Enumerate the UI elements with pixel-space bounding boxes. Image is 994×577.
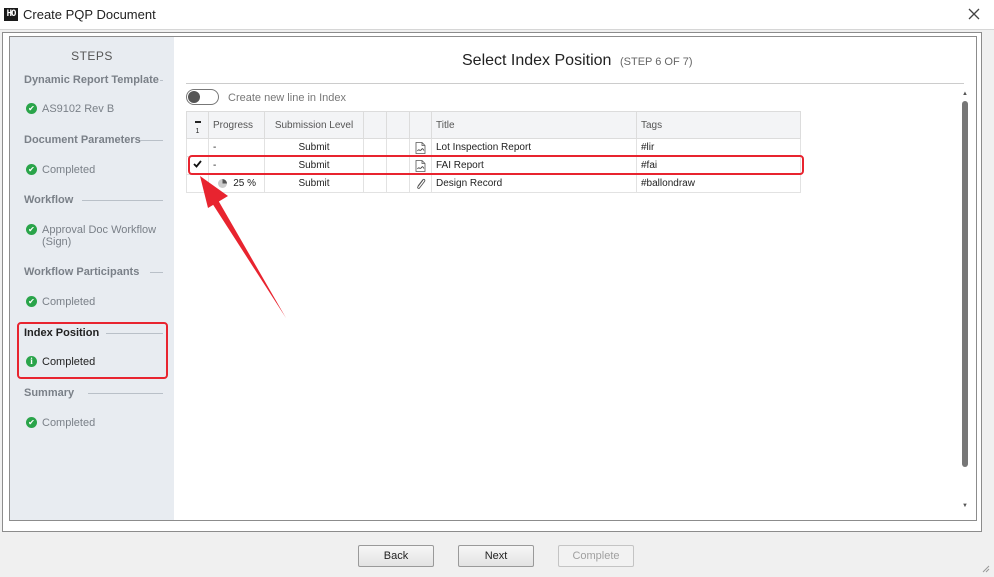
main-content: Select Index Position (STEP 6 OF 7) Crea… [174,37,976,520]
selected-count: 1 [195,128,200,135]
check-circle-icon: ✔ [26,417,37,428]
step-divider [160,80,163,81]
cell-progress: - [208,138,265,157]
step-divider [88,393,163,394]
cell-tags: #lir [636,138,801,157]
select-all-header[interactable]: 1 [186,111,209,139]
resize-grip-icon[interactable] [980,563,990,573]
step-status-text: AS9102 Rev B [42,103,115,115]
step-status-text: Completed [42,417,96,429]
step-status-text: Approval Doc Workflow (Sign) [42,224,157,248]
check-circle-icon: ✔ [26,296,37,307]
column-header-submission-level[interactable]: Submission Level [264,111,364,139]
window-titlebar: HO Create PQP Document [0,0,994,30]
index-table: 1 Progress Submission Level Title Tags -… [186,111,801,193]
step-status-text: Completed [42,164,96,176]
steps-sidebar: STEPS Dynamic Report Template ✔ AS9102 Re… [10,37,174,520]
close-icon[interactable] [966,6,982,22]
toggle-knob [188,91,200,103]
step-title-document-parameters[interactable]: Document Parameters [24,134,141,146]
cell-blank [386,138,410,157]
cell-title: Design Record [431,174,637,193]
cell-submission-level: Submit [264,138,364,157]
cell-tags: #ballondraw [636,174,801,193]
paperclip-icon [417,178,426,189]
column-header-blank [386,111,410,139]
row-checkbox[interactable] [186,138,209,157]
cell-progress: 25 % [208,174,265,193]
page-title: Select Index Position [462,52,612,69]
column-header-icon [409,111,432,139]
check-circle-icon: ✔ [26,103,37,114]
step-indicator: (STEP 6 OF 7) [620,56,693,68]
wizard-panel: STEPS Dynamic Report Template ✔ AS9102 Re… [9,36,977,521]
toggle-label: Create new line in Index [228,92,347,104]
pie-chart-icon [218,178,228,188]
cell-submission-level: Submit [264,174,364,193]
cell-blank [386,174,410,193]
annotation-highlight-box [17,322,168,379]
column-header-tags[interactable]: Tags [636,111,801,139]
step-divider [140,140,163,141]
cell-blank [363,138,387,157]
select-all-icon [194,121,201,123]
cell-doc-icon [409,174,432,193]
column-header-blank [363,111,387,139]
title-divider [186,83,964,84]
complete-button: Complete [558,545,634,567]
scroll-thumb[interactable] [962,101,968,467]
progress-value: 25 % [233,178,256,189]
row-checkbox[interactable] [186,174,209,193]
step-status-workflow: ✔ Approval Doc Workflow (Sign) [26,224,166,248]
back-button[interactable]: Back [358,545,434,567]
document-signature-icon [415,141,426,154]
column-header-title[interactable]: Title [431,111,637,139]
content-outer-border: STEPS Dynamic Report Template ✔ AS9102 Re… [2,32,982,532]
step-divider [150,272,163,273]
step-status-summary: ✔ Completed [26,417,95,429]
scroll-up-icon[interactable]: ▲ [962,91,968,97]
app-logo-icon: HO [4,8,18,21]
cell-title: Lot Inspection Report [431,138,637,157]
scroll-down-icon[interactable]: ▼ [962,503,968,509]
step-status-text: Completed [42,296,96,308]
dialog-frame: STEPS Dynamic Report Template ✔ AS9102 Re… [0,30,994,577]
table-header-row: 1 Progress Submission Level Title Tags [186,111,801,139]
table-row[interactable]: 25 % Submit Design Record #ballondraw [186,174,801,193]
cell-doc-icon [409,138,432,157]
step-title-summary[interactable]: Summary [24,387,74,399]
step-title-workflow-participants[interactable]: Workflow Participants [24,266,139,278]
check-circle-icon: ✔ [26,224,37,235]
step-title-dynamic-report-template[interactable]: Dynamic Report Template [24,74,159,86]
column-header-progress[interactable]: Progress [208,111,265,139]
check-circle-icon: ✔ [26,164,37,175]
table-row[interactable]: - Submit Lot Inspection Report #lir [186,138,801,157]
step-status-dynamic-report-template: ✔ AS9102 Rev B [26,103,114,115]
step-divider [82,200,163,201]
step-title-workflow[interactable]: Workflow [24,194,73,206]
steps-header: STEPS [71,49,113,63]
step-status-document-parameters: ✔ Completed [26,164,95,176]
create-new-line-toggle[interactable] [186,89,219,105]
vertical-scrollbar[interactable]: ▲ ▼ [962,91,968,511]
window-title: Create PQP Document [23,7,156,22]
cell-blank [363,174,387,193]
step-status-workflow-participants: ✔ Completed [26,296,95,308]
annotation-row-highlight [188,155,804,175]
next-button[interactable]: Next [458,545,534,567]
